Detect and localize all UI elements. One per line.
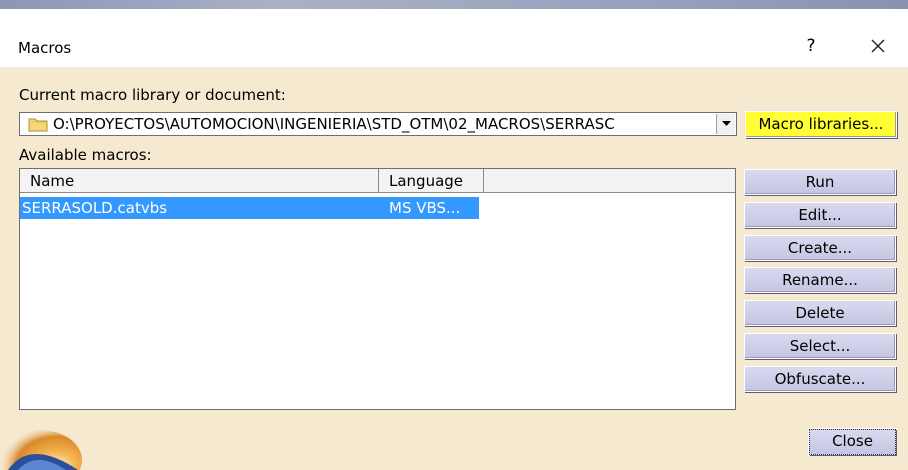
folder-icon [28, 117, 48, 136]
library-path: O:\PROYECTOS\AUTOMOCION\INGENIERIA\STD_O… [53, 115, 615, 133]
close-button[interactable]: Close [809, 429, 896, 455]
dialog-title: Macros [18, 39, 72, 57]
macro-language: MS VBS... [389, 199, 461, 217]
window-top-strip [0, 0, 908, 9]
list-header: Name Language [20, 169, 735, 193]
macro-libraries-button[interactable]: Macro libraries... [745, 111, 897, 138]
column-header-language[interactable]: Language [379, 169, 484, 193]
macro-name: SERRASOLD.catvbs [22, 199, 168, 217]
edit-button[interactable]: Edit... [744, 202, 896, 228]
chevron-down-icon [722, 121, 731, 126]
title-bar: Macros ? [0, 9, 908, 67]
help-button[interactable]: ? [796, 32, 826, 60]
app-logo-swirl [0, 430, 82, 470]
select-button[interactable]: Select... [744, 333, 896, 359]
macros-dialog: Macros ? Current macro library or docume… [0, 0, 908, 470]
available-macros-label: Available macros: [19, 146, 152, 164]
delete-button[interactable]: Delete [744, 300, 896, 326]
column-header-name[interactable]: Name [20, 169, 379, 193]
close-window-button[interactable] [862, 32, 894, 60]
run-button[interactable]: Run [744, 169, 896, 195]
list-item[interactable]: SERRASOLD.catvbs MS VBS... [20, 197, 479, 219]
library-label: Current macro library or document: [19, 86, 286, 104]
create-button[interactable]: Create... [744, 235, 896, 261]
obfuscate-button[interactable]: Obfuscate... [744, 366, 896, 392]
dropdown-arrow-button[interactable] [716, 114, 735, 134]
column-header-empty [484, 169, 735, 193]
macros-list[interactable]: Name Language SERRASOLD.catvbs MS VBS... [19, 168, 736, 410]
rename-button[interactable]: Rename... [744, 267, 896, 293]
library-dropdown[interactable]: O:\PROYECTOS\AUTOMOCION\INGENIERIA\STD_O… [19, 112, 737, 136]
close-icon [871, 39, 885, 53]
